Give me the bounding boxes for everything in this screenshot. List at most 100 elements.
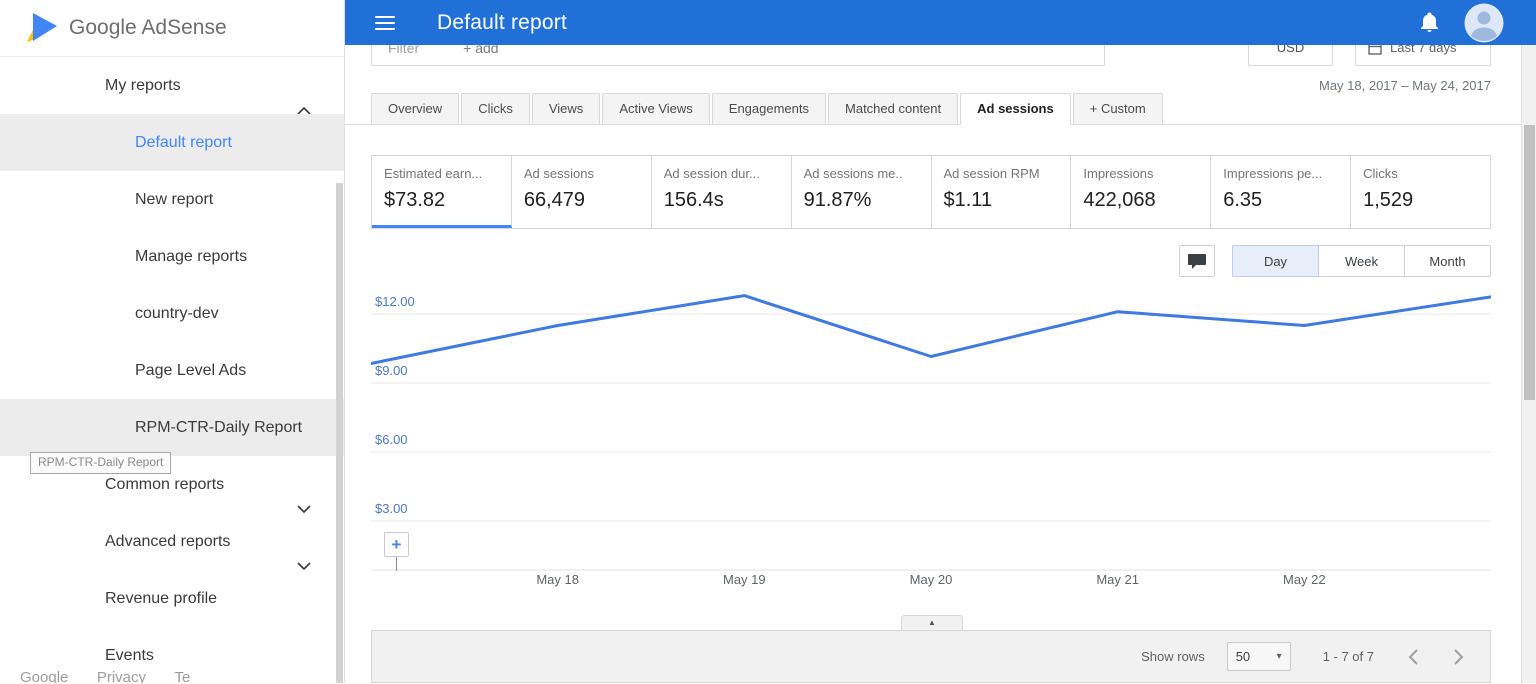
sidebar-scrollbar-thumb[interactable] (336, 183, 343, 683)
svg-text:$12.00: $12.00 (375, 294, 415, 309)
sidebar-item-label: Events (105, 647, 154, 664)
previous-page-button[interactable] (1408, 648, 1419, 665)
tab-overview[interactable]: Overview (371, 93, 460, 125)
report-tabs: Overview Clicks Views Active Views Engag… (371, 93, 1165, 125)
sidebar-item-page-level-ads[interactable]: Page Level Ads (0, 342, 344, 399)
sidebar-item-label: RPM-CTR-Daily Report (135, 419, 303, 436)
metric-value: 6.35 (1223, 189, 1263, 211)
metric-card-clicks[interactable]: Clicks 1,529 (1351, 156, 1490, 228)
footer-link-google[interactable]: Google (20, 667, 68, 683)
notifications-bell-icon[interactable] (1421, 12, 1439, 32)
metric-value: 66,479 (523, 189, 586, 211)
chart-x-tick-label: May 19 (723, 572, 766, 587)
svg-text:$6.00: $6.00 (375, 432, 408, 447)
granularity-month-button[interactable]: Month (1405, 245, 1491, 277)
metric-value: $73.82 (384, 189, 446, 211)
avatar[interactable] (1464, 3, 1504, 43)
chevron-left-icon (1408, 648, 1418, 665)
svg-text:$9.00: $9.00 (375, 363, 408, 378)
footer-link-privacy[interactable]: Privacy (97, 667, 146, 683)
sidebar-item-new-report[interactable]: New report (0, 171, 344, 228)
menu-icon[interactable] (375, 12, 395, 34)
adsense-report-page: { "brand": { "name": "Google AdSense" },… (0, 0, 1536, 683)
metric-label: Estimated earn... (384, 166, 483, 181)
metric-card-ad-session-rpm[interactable]: Ad session RPM $1.11 (932, 156, 1072, 228)
metric-value: 422,068 (1083, 189, 1156, 211)
rows-per-page-value: 50 (1235, 649, 1251, 664)
metric-card-estimated-earnings[interactable]: Estimated earn... $73.82 (372, 156, 512, 228)
sidebar-item-default-report[interactable]: Default report (0, 114, 344, 171)
chart-x-tick-label: May 18 (536, 572, 579, 587)
collapse-chart-button[interactable]: ▲ (901, 615, 963, 631)
sidebar-item-manage-reports[interactable]: Manage reports (0, 228, 344, 285)
granularity-toggle: Day Week Month (1232, 245, 1491, 277)
chart-x-tick-label: May 20 (909, 572, 953, 587)
page-title: Default report (437, 10, 568, 34)
chart-x-axis-labels: May 18 May 19 May 20 May 21 May 22 (371, 572, 1491, 588)
metric-card-ad-sessions-metric[interactable]: Ad sessions me.. 91.87% (792, 156, 932, 228)
granularity-day-button[interactable]: Day (1232, 245, 1319, 277)
sidebar-item-label: New report (135, 191, 214, 208)
tab-views[interactable]: Views (531, 93, 601, 125)
metric-label: Ad sessions (523, 166, 594, 181)
caret-up-icon: ▲ (928, 618, 936, 627)
sidebar-item-label: Manage reports (135, 248, 248, 265)
vertical-scrollbar[interactable] (1521, 45, 1536, 683)
brand: Google AdSense (0, 0, 344, 57)
caret-down-icon: ▾ (1276, 651, 1282, 662)
metric-value: 156.4s (663, 189, 724, 211)
table-pagination-bar: Show rows 50 ▾ 1 - 7 of 7 (371, 630, 1491, 683)
sidebar-item-country-dev[interactable]: country-dev (0, 285, 344, 342)
metric-value: 1,529 (1363, 189, 1414, 211)
rows-per-page-select[interactable]: 50 ▾ (1226, 642, 1291, 671)
sidebar-item-label: My reports (105, 77, 181, 94)
tab-matched-content[interactable]: Matched content (828, 93, 959, 125)
tab-clicks[interactable]: Clicks (461, 93, 530, 125)
metric-label: Impressions (1083, 166, 1154, 181)
metric-card-impressions-per[interactable]: Impressions pe... 6.35 (1211, 156, 1352, 228)
sidebar-item-rpm-ctr-daily-report[interactable]: RPM-CTR-Daily Report (0, 399, 344, 456)
sidebar: Google AdSense My reports Default report… (0, 0, 345, 683)
tab-custom[interactable]: + Custom (1072, 93, 1163, 125)
next-page-button[interactable] (1453, 648, 1464, 665)
app-header: Default report (345, 0, 1536, 45)
sidebar-nav: My reports Default report New report Man… (0, 57, 344, 684)
sidebar-item-label: Advanced reports (105, 533, 231, 550)
brand-name: Google AdSense (69, 16, 227, 39)
sidebar-item-label: Default report (135, 134, 232, 151)
tab-ad-sessions[interactable]: Ad sessions (960, 93, 1071, 125)
sidebar-item-label: country-dev (135, 305, 219, 322)
chart-x-tick-label: May 21 (1096, 572, 1139, 587)
show-rows-label: Show rows (1141, 649, 1205, 664)
metric-value: $1.11 (943, 189, 993, 211)
sidebar-item-advanced-reports[interactable]: Advanced reports (0, 513, 344, 571)
chevron-right-icon (1454, 648, 1464, 665)
tab-active-views[interactable]: Active Views (602, 93, 710, 125)
metric-label: Clicks (1363, 166, 1398, 181)
metric-value: 91.87% (803, 189, 872, 211)
sidebar-footer-links: Google Privacy Te (0, 667, 344, 683)
annotations-button[interactable] (1179, 245, 1215, 277)
sidebar-item-my-reports[interactable]: My reports (0, 57, 344, 115)
metric-label: Ad sessions me.. (803, 166, 903, 181)
date-range-label: May 18, 2017 – May 24, 2017 (1318, 78, 1491, 93)
metric-label: Ad session dur... (663, 166, 760, 181)
comment-icon (1188, 253, 1206, 269)
adsense-logo-icon (27, 13, 57, 42)
metric-card-ad-sessions[interactable]: Ad sessions 66,479 (512, 156, 652, 228)
scrollbar-thumb[interactable] (1524, 125, 1535, 400)
sidebar-item-revenue-profile[interactable]: Revenue profile (0, 570, 344, 627)
report-content: Filter + add USD Last 7 days May 18, 201… (345, 29, 1521, 683)
chart-x-tick-label: May 22 (1283, 572, 1326, 587)
earnings-line-chart: $12.00 $9.00 $6.00 $3.00 (371, 294, 1491, 571)
sidebar-item-label: Revenue profile (105, 590, 218, 607)
sidebar-item-label: Common reports (105, 476, 225, 493)
granularity-week-button[interactable]: Week (1319, 245, 1405, 277)
sidebar-item-label: Page Level Ads (135, 362, 247, 379)
metric-card-ad-session-duration[interactable]: Ad session dur... 156.4s (652, 156, 792, 228)
add-annotation-button[interactable]: + (384, 532, 409, 557)
metric-card-impressions[interactable]: Impressions 422,068 (1071, 156, 1212, 228)
tab-engagements[interactable]: Engagements (711, 93, 827, 125)
sidebar-tooltip: RPM-CTR-Daily Report (30, 452, 172, 474)
footer-link-terms[interactable]: Te (174, 667, 190, 683)
